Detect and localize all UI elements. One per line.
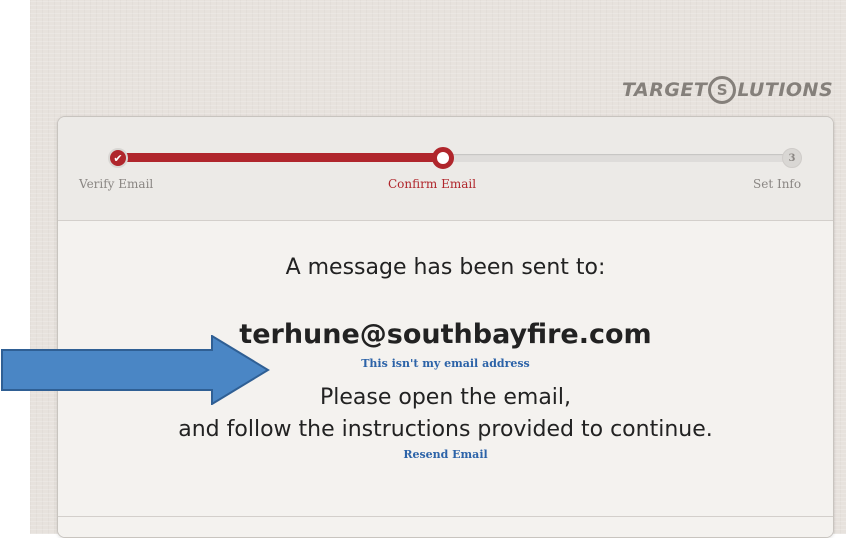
step-label-set-info: Set Info [753, 177, 802, 191]
step-3-number-icon: 3 [782, 148, 802, 168]
step-2-current-icon [432, 147, 454, 169]
confirm-email-card: ✔ 3 Verify Email Confirm Email Set Info … [57, 116, 834, 538]
message-sent-heading: A message has been sent to: [285, 255, 606, 280]
card-footer-divider [58, 516, 833, 517]
resend-email-link[interactable]: Resend Email [58, 448, 833, 461]
logo-text-end: LUTIONS [737, 79, 834, 101]
logo-s-letter: S [716, 81, 729, 99]
targetsolutions-logo: TARGET S LUTIONS [622, 75, 833, 105]
logo-text-start: TARGET [622, 79, 708, 101]
step-label-verify-email: Verify Email [79, 177, 154, 191]
step-1-check-icon: ✔ [108, 148, 128, 168]
step-label-confirm-email: Confirm Email [388, 177, 477, 191]
arrow-right-icon [1, 335, 270, 405]
instructions-line-2: and follow the instructions provided to … [178, 417, 713, 442]
step-1-marker: ✔ [113, 151, 123, 165]
logo-o-mark: S [708, 76, 737, 104]
progress-steps: ✔ 3 Verify Email Confirm Email Set Info [58, 117, 833, 221]
step-3-marker: 3 [788, 152, 796, 164]
progress-fill [118, 153, 443, 162]
